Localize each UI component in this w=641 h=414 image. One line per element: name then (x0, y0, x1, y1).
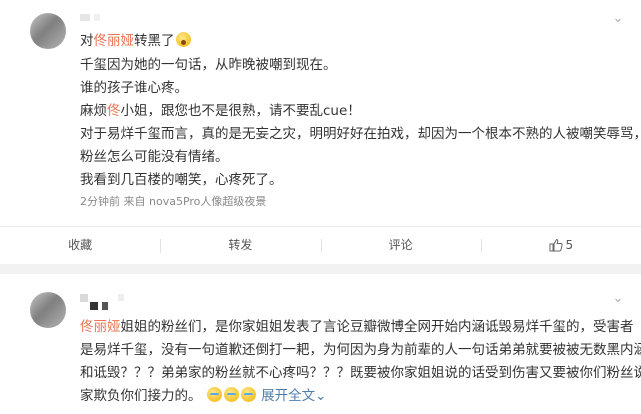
thumbs-up-icon (549, 238, 563, 252)
crying-emoji-icon (223, 387, 239, 402)
action-bar: 收藏 转发 评论 5 (0, 227, 641, 264)
post-line: 佟丽娅姐姐的粉丝们，是你家姐姐发表了言论豆瓣微博全网开始内涵诋毁易烊千玺的，受害… (80, 316, 634, 338)
post-line-part: 姐姐的粉丝们，是你家姐姐发表了言论豆瓣微博全网开始内涵诋毁易烊千玺的，受害者 (120, 319, 634, 335)
post-suffix: 转黑了 (134, 33, 175, 49)
chevron-down-icon[interactable]: ⌄ (609, 290, 627, 308)
repost-label: 转发 (228, 238, 253, 252)
post-first-line: 对佟丽娅转黑了 (80, 30, 192, 52)
post-line: 粉丝怎么可能没有情绪。 (80, 149, 229, 165)
post-line-part: 家欺负你们接力的。 (80, 388, 202, 404)
avatar[interactable] (30, 292, 66, 328)
favorite-button[interactable]: 收藏 (0, 227, 160, 264)
favorite-label: 收藏 (68, 238, 93, 252)
expand-full-text-link[interactable]: 展开全文⌄ (261, 388, 326, 404)
post-line: 对于易烊千玺而言，真的是无妄之灾，明明好好在拍戏，却因为一个根本不熟的人被嘲笑辱… (80, 126, 641, 142)
avatar[interactable] (30, 13, 66, 49)
post-meta: 2分钟前 来自 nova5Pro人像超级夜景 (80, 195, 267, 208)
post-line: 麻烦佟小姐，跟您也不是很熟，请不要乱cue！ (80, 100, 361, 122)
crying-emoji-icon (206, 387, 222, 402)
post-line: 是易烊千玺，没有一句道歉还倒打一耙，为何因为身为前辈的人一句话弟弟就要被被无数黑… (80, 342, 641, 358)
post-line-part: 小姐，跟您也不是很熟，请不要乱cue！ (120, 103, 361, 119)
comment-label: 评论 (388, 238, 413, 252)
post-line: 和诋毁？？？弟弟家的粉丝就不心疼吗？？？既要被你家姐姐说的话受到伤害又要被你们粉… (80, 365, 641, 381)
post-line: 家欺负你们接力的。 展开全文⌄ (80, 385, 326, 407)
post-line: 千玺因为她的一句话，从昨晚被嘲到现在。 (80, 57, 337, 73)
mention-link[interactable]: 佟丽娅 (80, 319, 121, 335)
post-prefix: 对 (80, 33, 94, 49)
shocked-emoji-icon (175, 32, 191, 47)
comment-button[interactable]: 评论 (320, 227, 481, 264)
like-button[interactable]: 5 (480, 227, 641, 264)
mention-highlight: 佟 (107, 103, 121, 119)
expand-label: 展开全文 (261, 388, 316, 404)
like-count: 5 (565, 238, 574, 252)
chevron-down-icon[interactable]: ⌄ (609, 10, 627, 28)
repost-button[interactable]: 转发 (160, 227, 320, 264)
post-line: 我看到几百楼的嘲笑，心疼死了。 (80, 172, 283, 188)
chevron-down-icon: ⌄ (315, 388, 327, 404)
weibo-post-card: 佟丽娅姐姐的粉丝们，是你家姐姐发表了言论豆瓣微博全网开始内涵诋毁易烊千玺的，受害… (0, 274, 641, 414)
post-line-part: 麻烦 (80, 103, 107, 119)
post-line: 谁的孩子谁心疼。 (80, 80, 188, 96)
mention-link[interactable]: 佟丽娅 (94, 33, 135, 49)
weibo-post-card: ⌄ 对佟丽娅转黑了 千玺因为她的一句话，从昨晚被嘲到现在。 谁的孩子谁心疼。 麻… (0, 0, 641, 264)
crying-emoji-icon (240, 387, 256, 402)
